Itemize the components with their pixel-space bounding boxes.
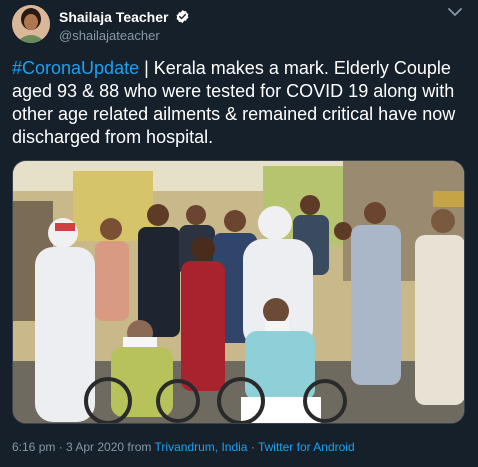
tweet-time[interactable]: 6:16 pm [12,440,55,454]
tweet-photo[interactable] [12,160,465,424]
tweet-text: #CoronaUpdate | Kerala makes a mark. Eld… [12,57,470,149]
footer-from: from [124,440,155,454]
tweet-header: Shailaja Teacher @shailajateacher [12,5,466,45]
tweet-source-link[interactable]: Twitter for Android [258,440,355,454]
author-display-name[interactable]: Shailaja Teacher [59,9,168,25]
footer-separator: · [55,440,67,454]
footer-separator: · [247,440,258,454]
tweet-location-link[interactable]: Trivandrum, India [155,440,248,454]
avatar[interactable] [12,5,50,43]
tweet-footer: 6:16 pm · 3 Apr 2020 from Trivandrum, In… [12,440,355,454]
hashtag-link[interactable]: #CoronaUpdate [12,58,139,78]
author-block: Shailaja Teacher @shailajateacher [59,8,190,43]
verified-badge-icon [175,9,190,24]
tweet-card: Shailaja Teacher @shailajateacher #Coron… [0,0,478,467]
more-chevron-icon[interactable] [444,5,466,19]
tweet-date[interactable]: 3 Apr 2020 [66,440,124,454]
author-handle[interactable]: @shailajateacher [59,28,190,43]
